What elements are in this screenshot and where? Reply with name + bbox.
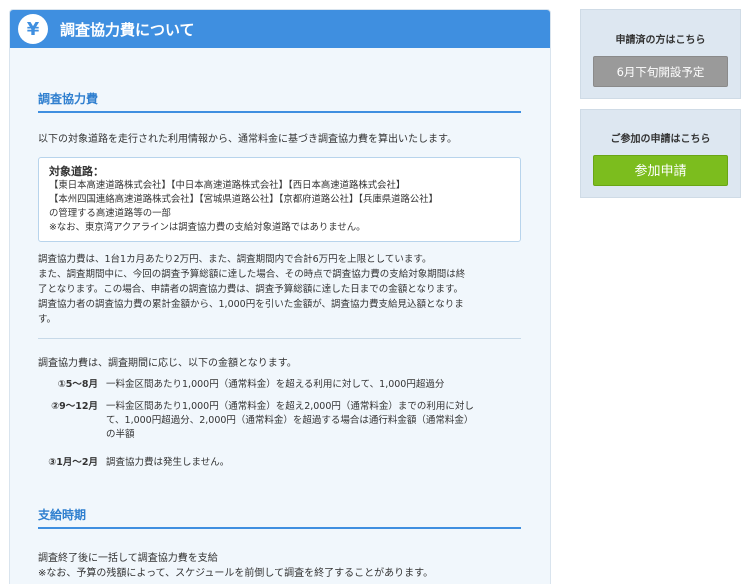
tier-text: 一料金区間あたり1,000円（通常料金）を超える利用に対して、1,000円超過分 (106, 378, 521, 392)
paragraph-line: また、調査期間中に、今回の調査予算総額に達した場合、その時点で調査協力費の支給対… (38, 269, 466, 280)
tier-line: の半額 (106, 429, 135, 440)
yen-icon: ¥ (18, 14, 48, 44)
tier-label: ③1月〜2月 (48, 457, 98, 468)
payment-line: ※なお、予算の残額によって、スケジュールを前倒して調査を終了することがあります。 (38, 568, 434, 579)
apply-label: ご参加の申請はこちら (610, 134, 711, 145)
road-line: の管理する高速道路等の一部 (49, 208, 171, 219)
paragraph-line: す。 (38, 314, 57, 325)
applied-box: 申請済の方はこちら 6月下旬開設予定 (580, 9, 741, 99)
panel-title: 調査協力費について (60, 20, 195, 39)
section-heading-fee: 調査協力費 (38, 90, 521, 113)
divider (38, 338, 521, 339)
tier-line: 一料金区間あたり1,000円（通常料金）を超える利用に対して、1,000円超過分 (106, 379, 445, 390)
panel-body: 調査協力費 以下の対象道路を走行された利用情報から、通常料金に基づき調査協力費を… (10, 90, 550, 581)
road-note: ※なお、東京湾アクアラインは調査協力費の支給対象道路ではありません。 (49, 222, 366, 233)
info-panel: ¥ 調査協力費について 調査協力費 以下の対象道路を走行された利用情報から、通常… (9, 9, 551, 584)
tier-line: 一料金区間あたり1,000円（通常料金）を超え2,000円（通常料金）までの利用… (106, 401, 474, 412)
tier-line: 調査協力費は発生しません。 (106, 457, 230, 468)
road-line: 【本州四国連絡高速道路株式会社】【宮城県道路公社】【京都府道路公社】【兵庫県道路… (49, 194, 439, 205)
tier-text: 一料金区間あたり1,000円（通常料金）を超え2,000円（通常料金）までの利用… (106, 400, 521, 442)
panel-header: ¥ 調査協力費について (10, 10, 550, 48)
apply-button[interactable]: 参加申請 (593, 155, 728, 186)
section-heading-payment: 支給時期 (38, 506, 521, 529)
payment-text: 調査終了後に一括して調査協力費を支給 ※なお、予算の残額によって、スケジュールを… (38, 551, 521, 581)
tier-row: ②9〜12月 一料金区間あたり1,000円（通常料金）を超え2,000円（通常料… (38, 400, 521, 442)
paragraph-line: 調査協力者の調査協力費の累計金額から、1,000円を引いた金額が、調査協力費支給… (38, 299, 464, 310)
tier-text: 調査協力費は発生しません。 (106, 456, 521, 470)
apply-box: ご参加の申請はこちら 参加申請 (580, 109, 741, 198)
fee-limit-paragraph: 調査協力費は、1台1カ月あたり2万円、また、調査期間内で合計6万円を上限としてい… (38, 252, 521, 327)
amount-intro: 調査協力費は、調査期間に応じ、以下の金額となります。 (38, 358, 297, 369)
payment-line: 調査終了後に一括して調査協力費を支給 (38, 553, 218, 564)
tier-row: ①5〜8月 一料金区間あたり1,000円（通常料金）を超える利用に対して、1,0… (38, 378, 521, 392)
road-line: 【東日本高速道路株式会社】【中日本高速道路株式会社】【西日本高速道路株式会社】 (49, 180, 406, 191)
tier-label: ②9〜12月 (51, 401, 98, 412)
tier-row: ③1月〜2月 調査協力費は発生しません。 (38, 456, 521, 470)
paragraph-line: 了となります。この場合、申請者の調査協力費は、調査予算総額に達した日までの金額と… (38, 284, 464, 295)
tier-label: ①5〜8月 (57, 379, 98, 390)
applied-label: 申請済の方はこちら (615, 35, 706, 46)
tier-line: て、1,000円超過分、2,000円（通常料金）を超過する場合は通行料金額（通常… (106, 415, 474, 426)
intro-text: 以下の対象道路を走行された利用情報から、通常料金に基づき調査協力費を算出いたしま… (38, 134, 457, 145)
paragraph-line: 調査協力費は、1台1カ月あたり2万円、また、調査期間内で合計6万円を上限としてい… (38, 254, 432, 265)
opening-soon-button[interactable]: 6月下旬開設予定 (593, 56, 728, 87)
target-roads-box: 対象道路： 【東日本高速道路株式会社】【中日本高速道路株式会社】【西日本高速道路… (38, 157, 521, 242)
target-roads-title: 対象道路： (49, 165, 104, 178)
